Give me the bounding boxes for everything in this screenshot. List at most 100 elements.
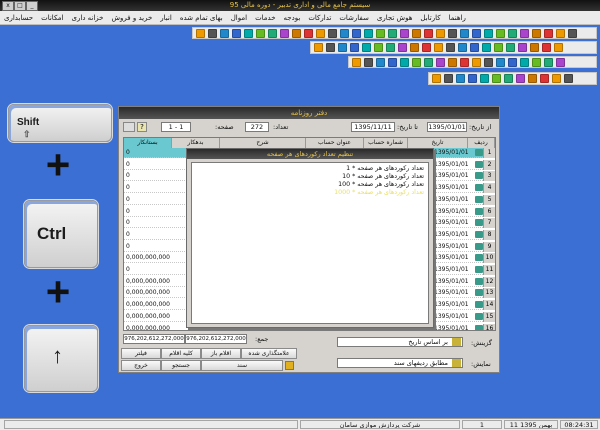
toolbar-icon[interactable] [556,57,565,67]
toolbar-icon[interactable] [410,43,419,52]
toolbar-icon[interactable] [328,28,337,38]
toolbar-icon[interactable] [482,43,491,52]
toolbar-icon[interactable] [280,28,289,38]
toolbar-icon[interactable] [376,28,385,38]
toolbar-icon[interactable] [446,43,455,52]
toolbar-icon[interactable] [326,43,335,52]
toolbar-icon[interactable] [484,57,493,67]
menu-item-procurement[interactable]: تدارکات [304,14,335,22]
menu-item-bi[interactable]: هوش تجاری [373,14,417,22]
row-arrow-icon[interactable] [475,230,483,238]
column-header-description[interactable]: شرح [220,138,306,148]
toolbar-icon[interactable] [544,28,553,38]
toolbar-icon[interactable] [412,57,421,67]
menu-item-services[interactable]: خدمات [251,14,279,22]
toolbar-icon[interactable] [470,43,479,52]
menu-item-cartable[interactable]: کارتابل [416,14,444,22]
toolbar-icon[interactable] [552,74,561,83]
toolbar-icon[interactable] [520,28,529,38]
toolbar-icon[interactable] [338,43,347,52]
column-header-account-number[interactable]: شماره حساب [364,138,408,148]
toolbar-icon[interactable] [532,57,541,67]
row-arrow-icon[interactable] [475,207,483,215]
row-arrow-icon[interactable] [475,324,483,330]
print-icon[interactable] [123,122,135,132]
menu-item-cost[interactable]: بهای تمام شده [176,14,227,22]
toolbar-icon[interactable] [518,43,527,52]
toolbar-icon[interactable] [422,43,431,52]
filter-button[interactable]: فیلتر [121,348,161,359]
row-arrow-icon[interactable] [475,149,483,156]
toolbar-icon[interactable] [484,28,493,38]
from-date-field[interactable]: 1395/01/01 [427,122,467,132]
toolbar-icon[interactable] [388,28,397,38]
toolbar-icon[interactable] [208,28,217,38]
toolbar-icon[interactable] [504,74,513,83]
toolbar-icon[interactable] [460,28,469,38]
row-arrow-icon[interactable] [475,242,483,250]
toolbar-icon[interactable] [508,57,517,67]
toolbar-icon[interactable] [530,43,539,52]
toolbar-icon[interactable] [432,74,441,83]
column-header-debit[interactable]: بدهکار [172,138,220,148]
toolbar-icon[interactable] [460,57,469,67]
toolbar-icon[interactable] [434,43,443,52]
to-date-field[interactable]: 1395/11/11 [351,122,395,132]
menu-item-purchase-sales[interactable]: خرید و فروش [108,14,157,22]
toolbar-icon[interactable] [506,43,515,52]
toolbar-icon[interactable] [472,28,481,38]
toolbar-icon[interactable] [542,43,551,52]
toolbar-icon[interactable] [496,28,505,38]
toolbar-icon[interactable] [314,43,323,52]
toolbar-icon[interactable] [232,28,241,38]
toolbar-icon[interactable] [532,28,541,38]
toolbar-icon[interactable] [448,57,457,67]
document-button[interactable]: سند [201,360,283,371]
row-arrow-icon[interactable] [475,195,483,203]
toolbar-icon[interactable] [492,74,501,83]
menu-item-orders[interactable]: سفارشات [335,14,373,22]
toolbar-icon[interactable] [544,57,553,67]
close-window-button[interactable]: x [2,1,14,11]
toolbar-icon[interactable] [364,28,373,38]
display-select[interactable]: مطابق ردیفهای سند [337,358,463,368]
toolbar-icon[interactable] [424,28,433,38]
row-arrow-icon[interactable] [475,184,483,192]
toolbar-icon[interactable] [398,43,407,52]
toolbar-icon[interactable] [374,43,383,52]
toolbar-icon[interactable] [352,28,361,38]
toolbar-icon[interactable] [256,28,265,38]
toolbar-icon[interactable] [244,28,253,38]
toolbar-icon[interactable] [436,28,445,38]
toolbar-icon[interactable] [480,74,489,83]
help-icon[interactable]: ? [137,122,147,132]
lock-icon[interactable] [285,361,294,370]
minimize-window-button[interactable]: _ [26,1,38,11]
row-arrow-icon[interactable] [475,219,483,227]
toolbar-icon[interactable] [386,43,395,52]
column-header-date[interactable]: تاریخ [408,138,468,148]
toolbar-icon[interactable] [516,74,525,83]
toolbar-icon[interactable] [220,28,229,38]
toolbar-icon[interactable] [436,57,445,67]
toolbar-icon[interactable] [364,57,373,67]
toolbar-icon[interactable] [362,43,371,52]
toolbar-icon[interactable] [400,57,409,67]
option-records-x10[interactable]: تعداد رکوردهای هر صفحه * 10 [342,173,424,181]
option-records-x100[interactable]: تعداد رکوردهای هر صفحه * 100 [338,181,424,189]
open-items-button[interactable]: اقلام باز [201,348,241,359]
toolbar-icon[interactable] [304,28,313,38]
row-arrow-icon[interactable] [475,254,483,262]
row-arrow-icon[interactable] [475,289,483,297]
sort-dropdown-icon[interactable] [452,338,461,346]
column-header-row[interactable]: ردیف [468,138,495,148]
toolbar-icon[interactable] [340,28,349,38]
row-arrow-icon[interactable] [475,172,483,180]
toolbar-icon[interactable] [458,43,467,52]
row-arrow-icon[interactable] [475,301,483,309]
verified-button[interactable]: علامتگذاری شده [241,348,297,359]
row-arrow-icon[interactable] [475,266,483,273]
menu-item-help[interactable]: راهنما [445,14,470,22]
toolbar-icon[interactable] [556,28,565,38]
row-arrow-icon[interactable] [475,160,483,168]
